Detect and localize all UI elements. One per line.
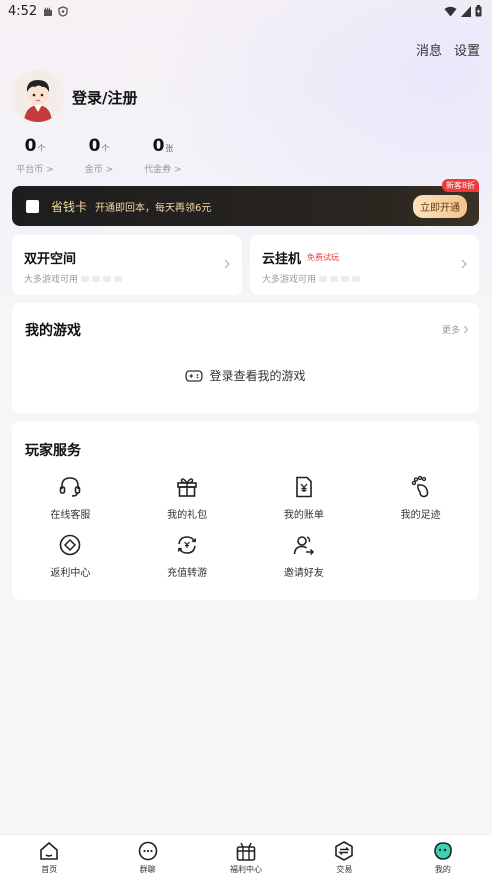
tab-label: 福利中心 xyxy=(230,865,263,874)
notification-icon xyxy=(44,6,53,16)
avatar[interactable] xyxy=(12,70,64,122)
my-games-section: 我的游戏 更多 登录查看我的游戏 xyxy=(12,303,479,413)
service-my-footprints[interactable]: 我的足迹 xyxy=(362,475,479,533)
profile-icon xyxy=(434,842,452,860)
tab-group-chat[interactable]: 群聊 xyxy=(98,835,196,875)
header-actions: 消息 设置 xyxy=(416,40,480,59)
more-label: 更多 xyxy=(441,326,460,336)
dual-space-subtitle: 大多游戏可用 xyxy=(24,275,79,285)
tab-label: 我的 xyxy=(434,865,451,874)
tab-label: 群聊 xyxy=(139,865,156,874)
cloud-hangup-card[interactable]: 云挂机 免费试玩 大多游戏可用 xyxy=(250,235,479,295)
status-time: 4:52 xyxy=(8,3,38,19)
trade-icon xyxy=(335,841,354,861)
bottom-tab-bar: 首页 群聊 福利中心 交易 我的 xyxy=(0,834,492,875)
stat-platform-coins[interactable]: 0个 平台币 > xyxy=(16,136,54,175)
battery-icon xyxy=(475,5,482,17)
service-label: 返利中心 xyxy=(50,568,91,579)
savings-card-description: 开通即回本，每天再领6元 xyxy=(95,202,212,214)
tab-welfare-center[interactable]: 福利中心 xyxy=(197,835,295,875)
headset-icon xyxy=(60,477,81,497)
login-register-link[interactable]: 登录/注册 xyxy=(72,87,137,108)
signal-icon xyxy=(461,5,471,17)
stat-vouchers[interactable]: 0张 代金券 > xyxy=(144,136,182,175)
messages-button[interactable]: 消息 xyxy=(416,40,442,59)
gift-icon xyxy=(177,478,197,497)
service-label: 在线客服 xyxy=(50,510,91,521)
tab-label: 交易 xyxy=(336,865,353,874)
service-label: 我的足迹 xyxy=(400,510,441,521)
stat-unit: 个 xyxy=(37,144,46,153)
service-label: 我的礼包 xyxy=(167,510,208,521)
cloud-hangup-subtitle: 大多游戏可用 xyxy=(262,275,317,285)
savings-card-banner[interactable]: 省钱卡 开通即回本，每天再领6元 立即开通 xyxy=(12,186,479,226)
service-recharge-transfer[interactable]: 充值转游 xyxy=(129,533,246,591)
stat-value: 0 xyxy=(24,136,37,156)
status-bar: 4:52 xyxy=(0,0,492,22)
free-trial-tag: 免费试玩 xyxy=(307,253,340,262)
services-grid: 在线客服 我的礼包 我的账单 我的足迹 返利中心 充值转游 邀请好友 xyxy=(12,475,479,591)
new-customer-badge: 新客8折 xyxy=(441,179,479,192)
settings-button[interactable]: 设置 xyxy=(454,40,480,59)
tab-mine[interactable]: 我的 xyxy=(394,835,492,875)
stat-label: 金币 > xyxy=(84,165,114,175)
invite-friends-icon xyxy=(293,536,314,556)
chevron-right-icon xyxy=(464,325,469,334)
tab-label: 首页 xyxy=(41,865,58,874)
tab-home[interactable]: 首页 xyxy=(0,835,98,875)
footprint-icon xyxy=(411,475,428,498)
savings-card-title: 省钱卡 xyxy=(51,199,88,214)
gift-box-icon xyxy=(236,842,256,861)
recharge-transfer-icon xyxy=(177,536,197,554)
my-games-title: 我的游戏 xyxy=(25,323,81,339)
stat-gold-coins[interactable]: 0个 金币 > xyxy=(80,136,118,175)
service-invite-friends[interactable]: 邀请好友 xyxy=(246,533,363,591)
service-rebate-center[interactable]: 返利中心 xyxy=(12,533,129,591)
player-services-section: 玩家服务 在线客服 我的礼包 我的账单 我的足迹 返利中心 充值转游 邀请好友 xyxy=(12,421,479,600)
rebate-icon xyxy=(60,534,81,556)
gamepad-icon xyxy=(185,369,204,382)
wifi-icon xyxy=(444,6,457,16)
chevron-right-icon xyxy=(461,259,467,269)
login-view-games-text: 登录查看我的游戏 xyxy=(209,369,306,383)
dual-space-card[interactable]: 双开空间 大多游戏可用 xyxy=(12,235,242,295)
service-my-gifts[interactable]: 我的礼包 xyxy=(129,475,246,533)
service-label: 我的账单 xyxy=(283,510,324,521)
service-label: 邀请好友 xyxy=(283,568,324,579)
wallet-stats: 0个 平台币 > 0个 金币 > 0张 代金券 > xyxy=(16,136,182,175)
stat-value: 0 xyxy=(88,136,101,156)
avatar-illustration xyxy=(24,80,52,122)
service-my-bills[interactable]: 我的账单 xyxy=(246,475,363,533)
cloud-hangup-title: 云挂机 xyxy=(262,252,302,267)
chevron-right-icon xyxy=(224,259,230,269)
savings-card-icon xyxy=(26,199,39,213)
home-icon xyxy=(40,841,59,860)
stat-value: 0 xyxy=(152,136,165,156)
player-services-title: 玩家服务 xyxy=(25,443,81,459)
activate-now-button[interactable]: 立即开通 xyxy=(413,194,467,218)
chat-icon xyxy=(138,841,157,861)
service-label: 充值转游 xyxy=(167,568,208,579)
tab-trade[interactable]: 交易 xyxy=(295,835,393,875)
dual-space-title: 双开空间 xyxy=(24,252,77,267)
login-view-games-prompt[interactable]: 登录查看我的游戏 xyxy=(12,367,479,384)
bill-icon xyxy=(296,476,312,498)
service-online-support[interactable]: 在线客服 xyxy=(12,475,129,533)
stat-label: 代金券 > xyxy=(144,165,182,175)
shield-icon xyxy=(58,5,68,17)
stat-unit: 张 xyxy=(165,144,174,153)
stat-unit: 个 xyxy=(101,144,110,153)
stat-label: 平台币 > xyxy=(16,165,54,175)
my-games-more-link[interactable]: 更多 xyxy=(442,323,469,336)
